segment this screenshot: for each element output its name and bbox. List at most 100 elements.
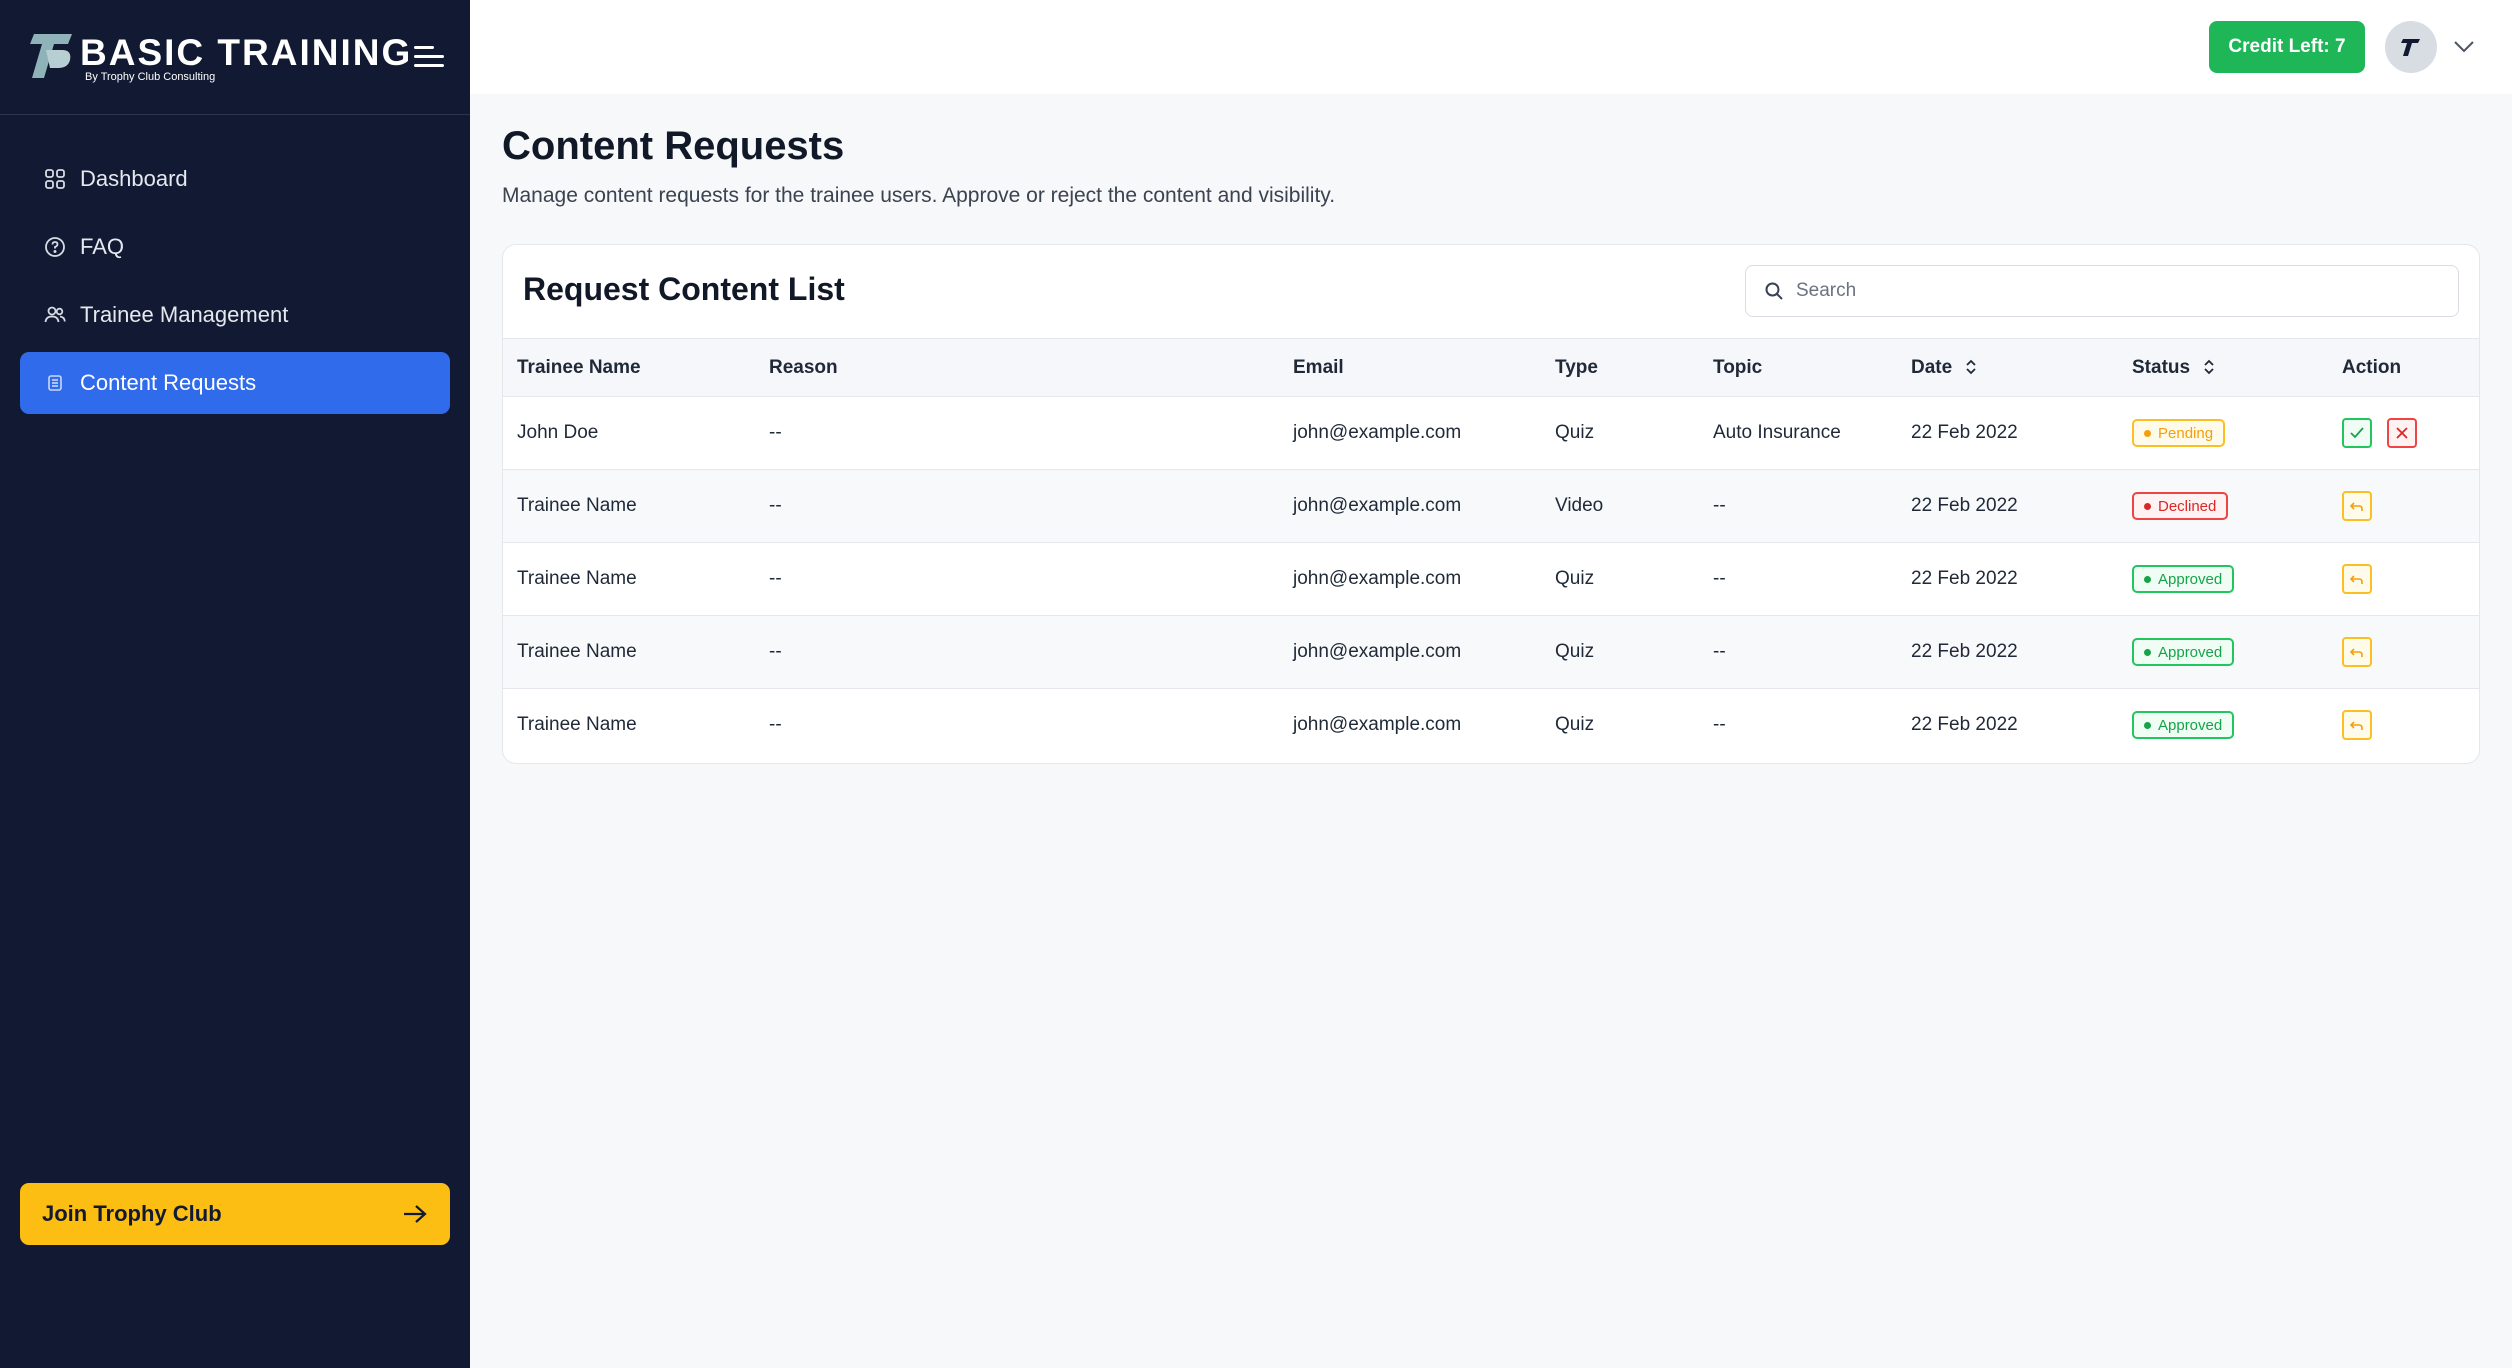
cell-date: 22 Feb 2022 [1897,396,2118,470]
search-icon [1765,282,1783,300]
table-row: Trainee Name -- john@example.com Quiz --… [503,689,2479,762]
header-status[interactable]: Status [2118,338,2328,397]
cell-action [2328,469,2479,543]
cell-type: Quiz [1541,615,1699,689]
document-icon [42,370,68,396]
cell-reason: -- [755,615,1279,689]
cell-topic: -- [1699,469,1897,543]
cell-reason: -- [769,714,782,736]
users-icon [42,302,68,328]
cell-status: Approved [2118,542,2328,616]
cell-email: john@example.com [1279,615,1541,689]
sidebar-item-trainee-management[interactable]: Trainee Management [20,284,450,346]
revert-button[interactable] [2342,710,2372,741]
table-row: John Doe -- john@example.com Quiz Auto I… [503,396,2479,470]
header-email: Email [1279,338,1541,397]
header-topic: Topic [1699,338,1897,397]
header-trainee-name: Trainee Name [503,338,755,397]
request-content-card: Request Content List Trainee Name Reason… [502,244,2480,764]
cell-reason: -- [755,396,1279,470]
join-button-label: Join Trophy Club [42,1201,222,1226]
header-type: Type [1541,338,1699,397]
status-badge: Approved [2132,711,2235,740]
cell-topic: -- [1699,542,1897,616]
cell-trainee-name: Trainee Name [503,469,755,543]
cell-topic: Auto Insurance [1699,396,1897,470]
cell-date: 22 Feb 2022 [1897,542,2118,616]
header-reason: Reason [755,338,1279,397]
undo-icon [2349,502,2363,511]
cell-status: Declined [2118,469,2328,543]
header-date-label: Date [1911,356,1953,378]
approve-button[interactable] [2342,418,2372,448]
cell-reason: -- [755,469,1279,543]
join-trophy-club-button[interactable]: Join Trophy Club [20,1183,450,1245]
avatar[interactable] [2385,21,2437,73]
header-date[interactable]: Date [1897,338,2118,397]
cell-trainee-name: Trainee Name [517,714,637,736]
sidebar-item-label: Dashboard [80,166,188,191]
arrow-right-icon [404,1205,427,1223]
table-header-row: Trainee Name Reason Email Type Topic Dat… [503,338,2479,397]
credit-left-button[interactable]: Credit Left: 7 [2209,21,2365,73]
sidebar-item-label: Content Requests [80,370,257,395]
revert-button[interactable] [2342,564,2372,594]
table-row: Trainee Name -- john@example.com Quiz --… [503,542,2479,616]
content-requests-table: Trainee Name Reason Email Type Topic Dat… [503,338,2479,762]
brand-subtitle: By Trophy Club Consulting [85,71,216,83]
status-badge-label: Approved [2158,570,2223,588]
header-status-label: Status [2132,356,2191,378]
cell-status: Pending [2118,396,2328,470]
revert-button[interactable] [2342,637,2372,667]
sort-icon[interactable] [2203,358,2215,376]
check-icon [2350,427,2364,439]
cell-date: 22 Feb 2022 [1911,714,2018,736]
brand-header: BASIC TRAINING By Trophy Club Consulting [0,0,470,115]
cell-reason: -- [755,542,1279,616]
status-badge-label: Declined [2158,497,2217,515]
page-description: Manage content requests for the trainee … [502,184,1336,207]
cell-email: john@example.com [1293,714,1462,736]
status-badge-label: Approved [2158,643,2223,661]
topbar: Credit Left: 7 [470,0,2512,94]
table-row: Trainee Name -- john@example.com Video -… [503,469,2479,543]
status-badge: Approved [2132,565,2235,593]
status-badge: Approved [2132,638,2235,666]
brand-logo-icon [30,34,72,78]
cell-type: Quiz [1541,396,1699,470]
cell-status: Approved [2118,615,2328,689]
cell-action [2328,615,2479,689]
status-badge-label: Approved [2158,716,2223,734]
cell-action [2328,689,2479,762]
chevron-down-icon[interactable] [2452,36,2476,56]
search-input[interactable] [1794,279,2438,303]
card-title: Request Content List [523,271,845,307]
cell-topic: -- [1713,714,1726,736]
sidebar-item-label: FAQ [80,234,125,259]
status-badge-label: Pending [2158,424,2214,442]
cell-topic: -- [1699,615,1897,689]
page-title: Content Requests [502,124,845,168]
question-circle-icon [42,234,68,260]
status-badge: Declined [2132,492,2229,520]
status-badge: Pending [2132,419,2226,447]
undo-icon [2349,721,2363,731]
header-action: Action [2328,338,2479,397]
revert-button[interactable] [2342,491,2372,521]
sidebar-item-content-requests[interactable]: Content Requests [20,352,450,414]
sidebar-item-faq[interactable]: FAQ [20,216,450,278]
cell-status: Approved [2118,689,2328,762]
reject-button[interactable] [2387,418,2418,448]
menu-toggle-icon[interactable] [412,42,446,72]
sort-icon[interactable] [1965,358,1977,376]
undo-icon [2349,648,2363,657]
cell-action [2328,542,2479,616]
cell-type: Video [1541,469,1699,543]
cell-email: john@example.com [1279,396,1541,470]
sidebar-item-dashboard[interactable]: Dashboard [20,148,450,210]
cell-trainee-name: Trainee Name [503,615,755,689]
table-row: Trainee Name -- john@example.com Quiz --… [503,615,2479,689]
search-box [1745,265,2459,317]
sidebar-item-label: Trainee Management [80,302,289,327]
dashboard-icon [42,166,68,192]
